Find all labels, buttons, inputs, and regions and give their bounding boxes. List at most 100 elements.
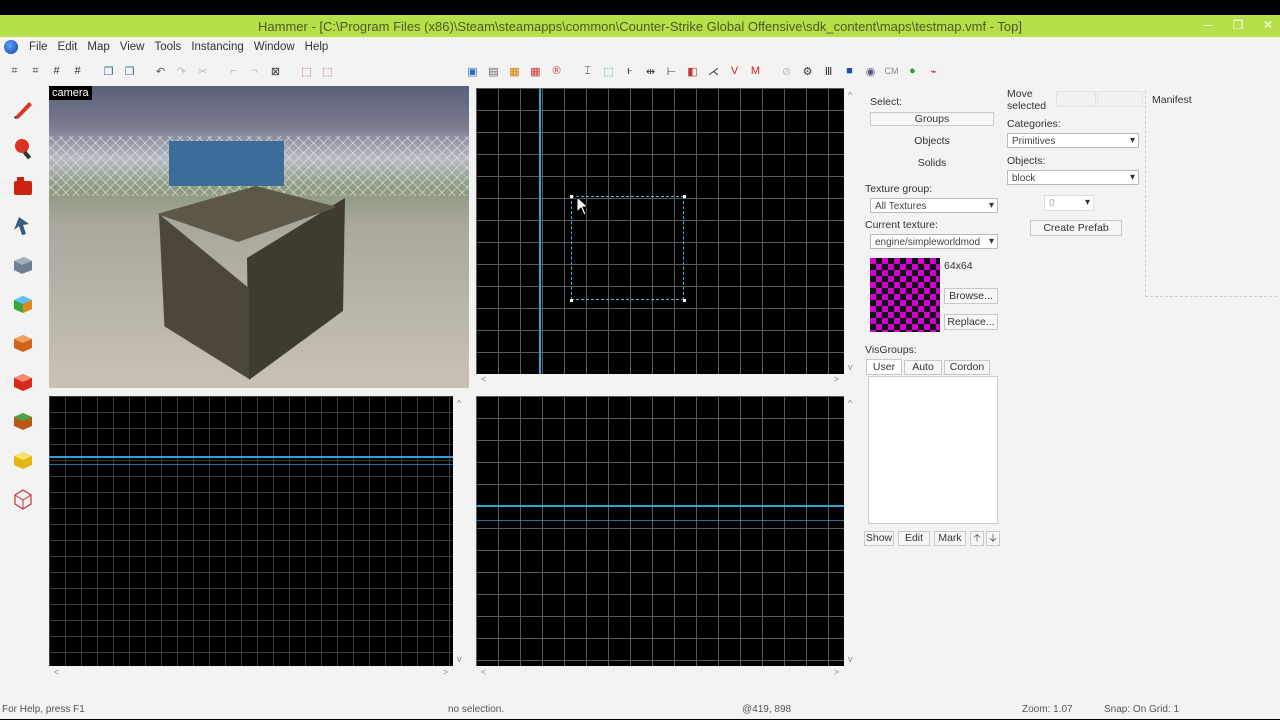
select-objects-button[interactable]: Objects (870, 133, 994, 149)
menu-edit[interactable]: Edit (53, 41, 83, 53)
visgroup-mark-button[interactable]: Mark (934, 531, 966, 546)
selection-handle[interactable] (683, 195, 686, 198)
selection-handle[interactable] (683, 299, 686, 302)
side-view-hscrollbar[interactable]: < > (476, 667, 844, 681)
tobrush-button[interactable] (1056, 91, 1096, 107)
objects-dropdown[interactable]: block (1007, 170, 1139, 185)
toggle-helpers-icon[interactable]: ▤ (485, 63, 502, 80)
menu-file[interactable]: File (24, 41, 53, 53)
menu-tools[interactable]: Tools (149, 41, 186, 53)
group-icon[interactable]: ⌐ (225, 63, 242, 80)
current-texture-label: Current texture: (865, 219, 938, 231)
texture-application-icon[interactable] (9, 290, 37, 318)
texture-size-label: 64x64 (944, 260, 973, 272)
decal-tool-icon[interactable] (9, 368, 37, 396)
selection-handle[interactable] (570, 195, 573, 198)
brush-icon[interactable]: ⌁ (925, 63, 942, 80)
magnify-tool-icon[interactable] (9, 134, 37, 162)
camera-viewport[interactable]: camera (49, 86, 469, 388)
create-prefab-button[interactable]: Create Prefab (1030, 220, 1122, 236)
tab-auto[interactable]: Auto (904, 360, 942, 375)
hollow-icon[interactable]: ◧ (684, 63, 701, 80)
paste-icon[interactable]: ❐ (121, 63, 138, 80)
side-viewport[interactable] (476, 396, 844, 666)
visgroup-show-button[interactable]: Show (864, 531, 894, 546)
tab-cordon[interactable]: Cordon (944, 360, 990, 375)
close-button[interactable]: ✕ (1260, 17, 1276, 33)
top-view-vscrollbar[interactable]: ^ v (845, 88, 859, 374)
check-problems-icon[interactable]: ® (548, 63, 565, 80)
selection-tool-icon[interactable] (9, 95, 37, 123)
tool-palette (2, 95, 44, 513)
select-groups-button[interactable]: Groups (870, 112, 994, 126)
overlay-tool-icon[interactable] (9, 407, 37, 435)
cordon-icon[interactable]: ⌶ (579, 63, 596, 80)
selection-icon[interactable]: ⬚ (298, 63, 315, 80)
texture-application-mode-icon[interactable]: ⱶ (621, 63, 638, 80)
grid-small-icon[interactable]: ⌗ (6, 63, 23, 80)
undo-icon[interactable]: ↶ (152, 63, 169, 80)
top-view-hscrollbar[interactable]: < > (476, 374, 844, 388)
front-view-hscrollbar[interactable]: < > (49, 667, 453, 681)
run-map-icon[interactable]: ▦ (506, 63, 523, 80)
status-selection: no selection. (448, 704, 505, 715)
bars-icon[interactable]: Ⅲ (820, 63, 837, 80)
gear-icon[interactable]: ⚙ (799, 63, 816, 80)
texture-group-dropdown[interactable]: All Textures (870, 198, 998, 213)
flip-icon[interactable]: ⇹ (642, 63, 659, 80)
grid-3d-icon[interactable]: # (69, 63, 86, 80)
menu-help[interactable]: Help (300, 41, 334, 53)
move-up-icon[interactable]: 🡡 (970, 531, 984, 546)
cm-icon[interactable]: CM (883, 63, 900, 80)
entity-tool-icon[interactable] (9, 212, 37, 240)
texture-lock-icon[interactable]: ▣ (464, 63, 481, 80)
grid-toggle-icon[interactable]: # (48, 63, 65, 80)
menu-map[interactable]: Map (82, 41, 114, 53)
blue-cube-icon[interactable]: ■ (841, 63, 858, 80)
maximize-button[interactable]: ❐ (1230, 17, 1246, 33)
top-viewport[interactable] (476, 88, 844, 374)
categories-dropdown[interactable]: Primitives (1007, 133, 1139, 148)
clip-icon[interactable]: ⊘ (778, 63, 795, 80)
green-ball-icon[interactable]: ● (904, 63, 921, 80)
carve-icon[interactable]: ⬚ (319, 63, 336, 80)
move-down-icon[interactable]: 🡣 (986, 531, 1000, 546)
replace-button[interactable]: Replace... (944, 314, 998, 330)
vertex-tool-icon[interactable] (9, 485, 37, 513)
side-view-vscrollbar[interactable]: ^ v (845, 396, 859, 666)
hide-icon[interactable]: ⊠ (267, 63, 284, 80)
toworld-button[interactable] (1097, 91, 1143, 107)
steam-icon[interactable]: ◉ (862, 63, 879, 80)
entity-report-icon[interactable]: ▦ (527, 63, 544, 80)
redo-icon[interactable]: ↷ (173, 63, 190, 80)
clipping-tool-icon[interactable] (9, 446, 37, 474)
select-solids-button[interactable]: Solids (870, 155, 994, 171)
grid-large-icon[interactable]: ⌗ (27, 63, 44, 80)
red-m-icon[interactable]: M (747, 63, 764, 80)
current-texture-dropdown[interactable]: engine/simpleworldmod (870, 234, 998, 249)
red-v-icon[interactable]: V (726, 63, 743, 80)
displacement-icon[interactable]: ⋌ (705, 63, 722, 80)
apply-texture-icon[interactable] (9, 329, 37, 357)
visgroups-list[interactable] (868, 376, 998, 524)
cut-icon[interactable]: ✂ (194, 63, 211, 80)
selection-handle[interactable] (570, 299, 573, 302)
align-icon[interactable]: ⊢ (663, 63, 680, 80)
front-view-vscrollbar[interactable]: ^ v (454, 396, 468, 666)
browse-button[interactable]: Browse... (944, 288, 998, 304)
faces-spinner[interactable]: 0 (1044, 195, 1094, 211)
manifest-panel: Manifest (1145, 91, 1277, 297)
menu-window[interactable]: Window (249, 41, 300, 53)
front-viewport[interactable] (49, 396, 453, 666)
hammer-app-icon[interactable] (4, 40, 18, 54)
minimize-button[interactable]: ─ (1200, 17, 1216, 33)
tab-user[interactable]: User (866, 359, 902, 375)
ungroup-icon[interactable]: ¬ (246, 63, 263, 80)
cordon-edit-icon[interactable]: ⬚ (600, 63, 617, 80)
block-tool-icon[interactable] (9, 251, 37, 279)
visgroup-edit-button[interactable]: Edit (898, 531, 930, 546)
menu-instancing[interactable]: Instancing (186, 41, 248, 53)
copy-icon[interactable]: ❐ (100, 63, 117, 80)
menu-view[interactable]: View (115, 41, 150, 53)
camera-tool-icon[interactable] (9, 173, 37, 201)
